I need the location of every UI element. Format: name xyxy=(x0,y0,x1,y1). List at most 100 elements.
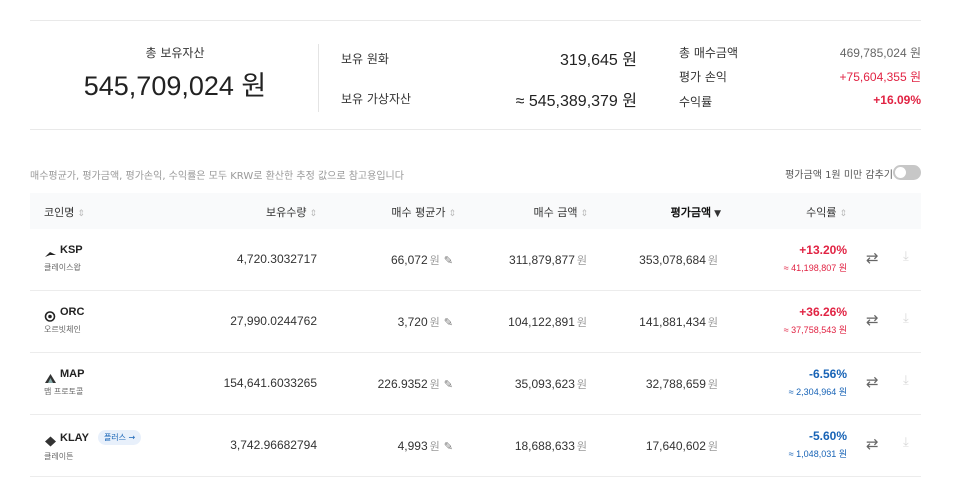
coin-symbol: ORC xyxy=(60,306,85,318)
return-percent: -5.60% xyxy=(808,429,847,443)
table-row[interactable]: MAP 맵 프로토콜 154,641.6033265 226.9352 원 ✎ 35,093… xyxy=(30,353,921,415)
coin-symbol: KSP xyxy=(60,244,83,256)
header-qty[interactable]: 보유수량 ⇕ xyxy=(266,204,317,220)
ksp-icon xyxy=(44,245,57,257)
eval-amount-value: 32,788,659 xyxy=(645,377,706,391)
return-cell: -5.60% ≈ 1,048,031 원 xyxy=(789,429,847,460)
coin-cell[interactable]: MAP 맵 프로토콜 xyxy=(44,368,84,397)
hide-small-toggle[interactable] xyxy=(893,165,921,180)
table-row[interactable]: KSP 클레이스왑 4,720.3032717 66,072 원 ✎ 311,879,877… xyxy=(30,229,921,291)
unit-label: 원 xyxy=(576,441,587,453)
avg-price-cell: 3,720 원 ✎ xyxy=(398,314,453,330)
sort-icon: ⇕ xyxy=(839,209,847,219)
eval-amount-cell: 17,640,602 원 xyxy=(646,438,718,454)
buy-amount-cell: 35,093,623 원 xyxy=(515,376,587,392)
edit-pencil-icon[interactable]: ✎ xyxy=(444,441,453,453)
edit-pencil-icon[interactable]: ✎ xyxy=(444,379,453,391)
coin-name: 클레이튼 xyxy=(44,452,74,461)
header-return-label: 수익률 xyxy=(806,206,837,219)
unit-label: 원 xyxy=(707,317,718,329)
unit-label: 원 xyxy=(576,317,587,329)
total-assets-value: 545,709,024 원 xyxy=(83,71,267,101)
header-avg[interactable]: 매수 평균가 ⇕ xyxy=(391,204,456,220)
crypto-value: ≈ 545,389,379 원 xyxy=(515,93,637,110)
buy-amount-value: 104,122,891 xyxy=(508,315,575,329)
download-icon[interactable]: ⤓ xyxy=(903,311,909,326)
buy-amount-value: 18,688,633 xyxy=(514,439,575,453)
sort-icon: ⇕ xyxy=(580,209,588,219)
qty-cell: 4,720.3032717 xyxy=(236,252,317,266)
return-percent: -6.56% xyxy=(808,367,847,381)
qty-cell: 154,641.6033265 xyxy=(223,376,317,390)
sort-icon: ⇕ xyxy=(448,209,456,219)
unit-label: 원 xyxy=(576,379,587,391)
toggle-knob xyxy=(895,167,906,178)
header-coin[interactable]: 코인명 ⇕ xyxy=(44,204,85,220)
swap-arrows-icon[interactable]: ⇄ xyxy=(866,373,879,391)
header-return[interactable]: 수익률 ⇕ xyxy=(806,204,847,220)
sort-icon: ⇕ xyxy=(309,209,317,219)
return-value: +16.09% xyxy=(873,93,921,107)
return-cell: -6.56% ≈ 2,304,964 원 xyxy=(789,367,847,398)
unit-label: 원 xyxy=(707,255,718,267)
sort-icon: ⇕ xyxy=(77,209,85,219)
avg-price-value: 66,072 xyxy=(390,253,428,267)
total-assets-label: 총 보유자산 xyxy=(145,46,205,60)
return-percent: +13.20% xyxy=(799,243,847,257)
return-percent: +36.26% xyxy=(799,305,847,319)
eval-amount-value: 353,078,684 xyxy=(639,253,706,267)
buy-amount-cell: 311,879,877 원 xyxy=(509,252,587,268)
coin-symbol: KLAY xyxy=(60,431,89,444)
plus-badge[interactable]: 플러스 → xyxy=(97,430,142,445)
krw-label: 보유 원화 xyxy=(341,52,389,66)
edit-pencil-icon[interactable]: ✎ xyxy=(444,255,453,267)
edit-pencil-icon[interactable]: ✎ xyxy=(444,317,453,329)
eval-amount-value: 141,881,434 xyxy=(639,315,706,329)
unit-label: 원 xyxy=(707,441,718,453)
coin-name: 오르빗체인 xyxy=(44,325,81,334)
buy-amount-value: 311,879,877 xyxy=(509,253,575,267)
return-amount: ≈ 1,048,031 원 xyxy=(788,449,847,459)
hide-small-label: 평가금액 1원 미만 감추기 xyxy=(785,170,893,181)
download-icon[interactable]: ⤓ xyxy=(903,373,909,388)
coin-cell[interactable]: KLAY 플러스 → 클레이튼 xyxy=(44,430,142,462)
avg-price-value: 4,993 xyxy=(397,439,428,453)
download-icon[interactable]: ⤓ xyxy=(903,435,909,450)
qty-cell: 3,742.96682794 xyxy=(230,438,317,452)
coin-cell[interactable]: KSP 클레이스왑 xyxy=(44,244,83,273)
download-icon[interactable]: ⤓ xyxy=(903,249,909,264)
notice-text: 매수평균가, 평가금액, 평가손익, 수익률은 모두 KRW로 환산한 추정 값… xyxy=(30,171,404,182)
unit-label: 원 xyxy=(429,441,440,453)
return-cell: +36.26% ≈ 37,758,543 원 xyxy=(784,305,847,336)
eval-amount-cell: 353,078,684 원 xyxy=(639,252,718,268)
avg-price-value: 226.9352 xyxy=(377,377,428,391)
eval-amount-cell: 141,881,434 원 xyxy=(639,314,718,330)
header-qty-label: 보유수량 xyxy=(265,206,307,219)
top-divider xyxy=(30,20,921,21)
buy-total-value: 469,785,024 원 xyxy=(839,46,921,60)
coin-name: 클레이스왑 xyxy=(44,263,81,272)
eval-amount-cell: 32,788,659 원 xyxy=(646,376,718,392)
coin-name: 맵 프로토콜 xyxy=(44,387,84,396)
swap-arrows-icon[interactable]: ⇄ xyxy=(866,249,879,267)
swap-arrows-icon[interactable]: ⇄ xyxy=(866,311,879,329)
header-eval-label: 평가금액 xyxy=(670,206,712,219)
header-eval[interactable]: 평가금액 ▼ xyxy=(671,204,721,220)
unit-label: 원 xyxy=(429,317,440,329)
sort-desc-icon: ▼ xyxy=(714,209,721,219)
map-icon xyxy=(44,369,57,383)
klay-icon xyxy=(44,432,57,447)
table-row[interactable]: KLAY 플러스 → 클레이튼 3,742.96682794 4,993 원 ✎ 18,688… xyxy=(30,415,921,477)
avg-price-cell: 226.9352 원 ✎ xyxy=(378,376,453,392)
header-coin-label: 코인명 xyxy=(44,206,75,219)
pnl-label: 평가 손익 xyxy=(679,70,727,84)
eval-amount-value: 17,640,602 xyxy=(645,439,706,453)
swap-arrows-icon[interactable]: ⇄ xyxy=(866,435,879,453)
table-header: 코인명 ⇕ 보유수량 ⇕ 매수 평균가 ⇕ 매수 금액 ⇕ 평가금액 ▼ 수익률 ⇕ xyxy=(30,193,921,229)
pnl-value: +75,604,355 원 xyxy=(839,70,921,84)
buy-amount-cell: 18,688,633 원 xyxy=(515,438,587,454)
table-row[interactable]: ORC 오르빗체인 27,990.0244762 3,720 원 ✎ 104,122,891… xyxy=(30,291,921,353)
crypto-label: 보유 가상자산 xyxy=(341,92,412,106)
coin-cell[interactable]: ORC 오르빗체인 xyxy=(44,306,84,335)
header-buy[interactable]: 매수 금액 ⇕ xyxy=(533,204,588,220)
